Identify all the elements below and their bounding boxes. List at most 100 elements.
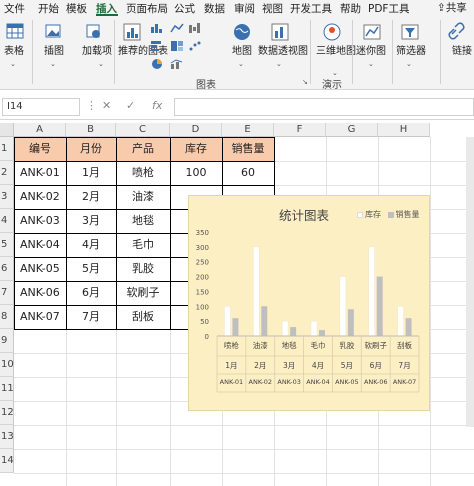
addin-button[interactable]: 加载项 bbox=[82, 46, 112, 57]
cell-a7[interactable]: ANK-06 bbox=[14, 281, 66, 305]
column-chart-icon[interactable] bbox=[150, 22, 164, 34]
row-header-7[interactable]: 7 bbox=[0, 281, 14, 305]
menu-file[interactable]: 文件 bbox=[4, 1, 25, 16]
row-header-5[interactable]: 5 bbox=[0, 233, 14, 257]
waterfall-chart-icon[interactable] bbox=[188, 22, 202, 34]
insert-function-icon[interactable]: fx bbox=[152, 99, 162, 112]
line-chart-icon[interactable] bbox=[170, 22, 184, 34]
cell-a4[interactable]: ANK-03 bbox=[14, 209, 66, 233]
cell-c6[interactable]: 乳胶 bbox=[116, 257, 170, 281]
row-header-11[interactable]: 11 bbox=[0, 377, 14, 401]
name-box[interactable]: I14 bbox=[2, 98, 80, 116]
cell-e2[interactable]: 60 bbox=[222, 161, 274, 185]
cell-a3[interactable]: ANK-02 bbox=[14, 185, 66, 209]
cell-c4[interactable]: 地毯 bbox=[116, 209, 170, 233]
dialog-launcher-icon[interactable]: ↘ bbox=[302, 78, 308, 86]
column-header-b[interactable]: B bbox=[66, 123, 116, 137]
column-header-e[interactable]: E bbox=[222, 123, 274, 137]
menu-home[interactable]: 开始 bbox=[38, 1, 59, 16]
cell-a1[interactable]: 编号 bbox=[14, 137, 66, 161]
cell-b7[interactable]: 6月 bbox=[66, 281, 116, 305]
cell-b5[interactable]: 4月 bbox=[66, 233, 116, 257]
bar-stock-2 bbox=[253, 246, 260, 337]
cell-c2[interactable]: 喷枪 bbox=[116, 161, 170, 185]
cell-b1[interactable]: 月份 bbox=[66, 137, 116, 161]
bar-sales-4 bbox=[319, 330, 325, 336]
row-header-12[interactable]: 12 bbox=[0, 401, 14, 425]
cell-a5[interactable]: ANK-04 bbox=[14, 233, 66, 257]
pivot-chart-button[interactable]: 数据透视图 bbox=[258, 46, 308, 57]
bar-stock-6 bbox=[368, 246, 375, 337]
row-header-4[interactable]: 4 bbox=[0, 209, 14, 233]
row-header-2[interactable]: 2 bbox=[0, 161, 14, 185]
combo-chart-icon[interactable] bbox=[170, 58, 184, 70]
column-header-a[interactable]: A bbox=[14, 123, 66, 137]
menu-page-layout[interactable]: 页面布局 bbox=[126, 1, 168, 16]
menu-template[interactable]: 模板 bbox=[66, 1, 87, 16]
column-header-c[interactable]: C bbox=[116, 123, 170, 137]
table-icon bbox=[6, 23, 24, 39]
illustration-button[interactable]: 插图 bbox=[44, 46, 64, 57]
table-button[interactable]: 表格 bbox=[4, 46, 24, 57]
cell-a2[interactable]: ANK-01 bbox=[14, 161, 66, 185]
select-all-corner[interactable] bbox=[0, 123, 14, 137]
row-header-14[interactable]: 14 bbox=[0, 449, 14, 473]
chevron-down-icon: ⌄ bbox=[50, 60, 56, 68]
link-button[interactable]: 链接 bbox=[452, 46, 472, 57]
cell-b6[interactable]: 5月 bbox=[66, 257, 116, 281]
vertical-scrollbar[interactable] bbox=[466, 137, 474, 427]
sparkline-icon bbox=[363, 24, 381, 40]
filter-button[interactable]: 筛选器 bbox=[396, 46, 426, 57]
row-header-9[interactable]: 9 bbox=[0, 329, 14, 353]
scatter-chart-icon[interactable] bbox=[188, 40, 202, 52]
pie-chart-icon[interactable] bbox=[150, 58, 164, 70]
hierarchy-chart-icon[interactable] bbox=[170, 40, 184, 52]
cell-b2[interactable]: 1月 bbox=[66, 161, 116, 185]
chart-area[interactable]: 统计图表 库存 销售量 0 50 100 150 200 250 300 350 喷枪 油漆 地毯毛… bbox=[188, 195, 430, 411]
bar-stock-1 bbox=[224, 306, 231, 337]
x-category-label-level3: ANK-05 bbox=[335, 378, 359, 386]
cell-c8[interactable]: 刮板 bbox=[116, 305, 170, 329]
cell-a6[interactable]: ANK-05 bbox=[14, 257, 66, 281]
y-tick-label: 100 bbox=[196, 303, 209, 311]
menu-review[interactable]: 审阅 bbox=[234, 1, 255, 16]
chevron-down-icon: ⌄ bbox=[10, 60, 16, 68]
cancel-icon[interactable]: ✕ bbox=[102, 99, 111, 112]
cell-e1[interactable]: 销售量 bbox=[222, 137, 274, 161]
recommended-chart-button[interactable]: 推荐的图表 bbox=[118, 46, 168, 57]
menu-formulas[interactable]: 公式 bbox=[174, 1, 195, 16]
menu-developer[interactable]: 开发工具 bbox=[290, 1, 332, 16]
row-header-8[interactable]: 8 bbox=[0, 305, 14, 329]
row-header-13[interactable]: 13 bbox=[0, 425, 14, 449]
column-header-g[interactable]: G bbox=[326, 123, 378, 137]
cell-c7[interactable]: 软刷子 bbox=[116, 281, 170, 305]
cell-c1[interactable]: 产品 bbox=[116, 137, 170, 161]
bar-chart-icon[interactable] bbox=[150, 40, 164, 52]
menu-pdf-tools[interactable]: PDF工具 bbox=[368, 1, 409, 16]
row-header-6[interactable]: 6 bbox=[0, 257, 14, 281]
row-header-1[interactable]: 1 bbox=[0, 137, 14, 161]
row-header-10[interactable]: 10 bbox=[0, 353, 14, 377]
cell-b4[interactable]: 3月 bbox=[66, 209, 116, 233]
cell-c3[interactable]: 油漆 bbox=[116, 185, 170, 209]
cell-c5[interactable]: 毛巾 bbox=[116, 233, 170, 257]
cell-d1[interactable]: 库存 bbox=[170, 137, 222, 161]
3d-map-button[interactable]: 三维地图 bbox=[316, 46, 356, 57]
cell-b3[interactable]: 2月 bbox=[66, 185, 116, 209]
cell-b8[interactable]: 7月 bbox=[66, 305, 116, 329]
enter-icon[interactable]: ✓ bbox=[126, 99, 135, 112]
menu-help[interactable]: 帮助 bbox=[340, 1, 361, 16]
share-button[interactable]: ⇪共享 bbox=[437, 0, 467, 15]
column-header-d[interactable]: D bbox=[170, 123, 222, 137]
menu-data[interactable]: 数据 bbox=[204, 1, 225, 16]
column-header-f[interactable]: F bbox=[274, 123, 326, 137]
sparkline-button[interactable]: 迷你图 bbox=[356, 46, 386, 57]
row-header-3[interactable]: 3 bbox=[0, 185, 14, 209]
menu-view[interactable]: 视图 bbox=[262, 1, 283, 16]
y-tick-label: 300 bbox=[196, 244, 209, 252]
column-header-h[interactable]: H bbox=[378, 123, 430, 137]
maps-button[interactable]: 地图 bbox=[232, 46, 252, 57]
formula-input[interactable] bbox=[174, 98, 474, 116]
cell-a8[interactable]: ANK-07 bbox=[14, 305, 66, 329]
cell-d2[interactable]: 100 bbox=[170, 161, 222, 185]
